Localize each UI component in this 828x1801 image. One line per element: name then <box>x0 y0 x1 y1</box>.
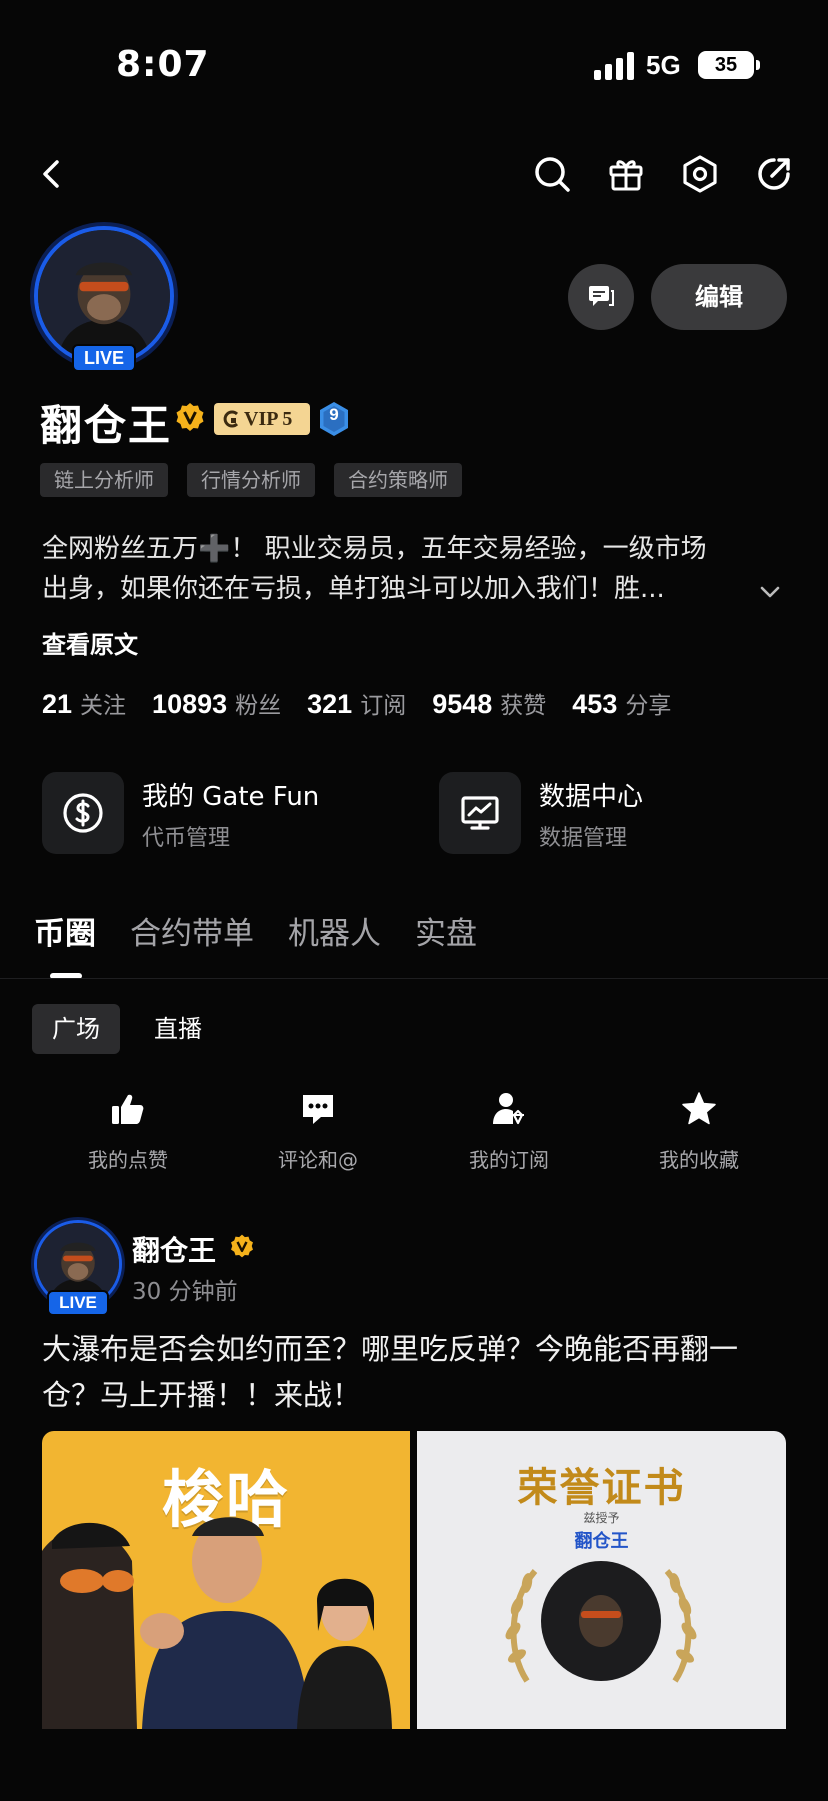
vip-logo-icon <box>223 410 239 428</box>
quick-action-label: 评论和@ <box>278 1148 358 1172</box>
post-author-name[interactable]: 翻仓王 <box>132 1229 216 1269</box>
profile-stats: 21 关注 10893 粉丝 321 订阅 9548 获赞 453 分享 <box>42 686 697 720</box>
edit-profile-button[interactable]: 编辑 <box>651 264 787 330</box>
card-title: 数据中心 <box>539 782 644 812</box>
card-title: 我的 Gate Fun <box>142 782 320 812</box>
message-button[interactable] <box>568 264 634 330</box>
post-author-avatar[interactable]: LIVE <box>34 1220 122 1316</box>
stat-shares[interactable]: 453 分享 <box>572 686 671 720</box>
my-likes-button[interactable]: 我的点赞 <box>68 1090 188 1173</box>
certificate-emblem-image <box>505 1561 697 1683</box>
card-subtitle: 代币管理 <box>142 826 231 851</box>
see-original-link[interactable]: 查看原文 <box>42 625 138 660</box>
divider <box>0 978 828 979</box>
level-badge: 9 <box>318 401 350 437</box>
vip-badge: VIP 5 <box>214 403 310 435</box>
network-type: 5G <box>646 50 681 80</box>
main-tabs: 币圈 合约带单 机器人 实盘 <box>34 908 511 953</box>
back-icon[interactable] <box>30 152 74 196</box>
dollar-circle-icon <box>42 772 124 854</box>
battery-icon: 35 <box>698 51 760 79</box>
tab-live-trading[interactable]: 实盘 <box>415 908 477 953</box>
tag-contract-strategist: 合约策略师 <box>334 463 462 497</box>
stat-label: 订阅 <box>360 693 407 719</box>
promo-figures-image <box>42 1517 392 1729</box>
profile-name: 翻仓王 <box>40 401 173 450</box>
bio-line: 出身，如果你还在亏损，单打独斗可以加入我们！胜... <box>42 574 665 604</box>
level-number: 9 <box>329 405 339 424</box>
tab-bots[interactable]: 机器人 <box>288 908 381 953</box>
quick-action-label: 我的点赞 <box>88 1148 168 1172</box>
stat-subscriptions[interactable]: 321 订阅 <box>307 686 406 720</box>
post-image-promo[interactable]: 梭哈 <box>42 1431 410 1729</box>
signal-icon <box>594 52 636 80</box>
tab-copy-trading[interactable]: 合约带单 <box>130 908 254 953</box>
chevron-down-icon[interactable] <box>757 579 783 605</box>
stat-label: 获赞 <box>500 693 547 719</box>
stat-value: 321 <box>307 689 353 719</box>
stat-label: 关注 <box>80 693 127 719</box>
chat-icon <box>589 286 614 306</box>
post-text[interactable]: 大瀑布是否会如约而至？哪里吃反弹？今晚能否再翻一 仓？马上开播！！来战！ <box>42 1326 792 1418</box>
data-center-card[interactable]: 数据中心 数据管理 <box>439 772 759 858</box>
my-favorites-button[interactable]: 我的收藏 <box>639 1090 759 1173</box>
comment-icon <box>303 1095 333 1124</box>
my-subscriptions-button[interactable]: 我的订阅 <box>449 1090 569 1173</box>
stat-value: 453 <box>572 689 618 719</box>
user-subscribe-icon <box>493 1093 524 1125</box>
comments-mentions-button[interactable]: 评论和@ <box>258 1090 378 1173</box>
bio-line: 全网粉丝五万➕！ 职业交易员，五年交易经验，一级市场 <box>42 534 707 564</box>
card-subtitle: 数据管理 <box>539 826 628 851</box>
star-icon <box>682 1092 716 1125</box>
stat-followers[interactable]: 10893 粉丝 <box>152 686 281 720</box>
quick-action-label: 我的订阅 <box>469 1148 549 1172</box>
ape-avatar-image <box>38 230 170 362</box>
vip-label: VIP 5 <box>244 408 293 430</box>
subtab-square[interactable]: 广场 <box>32 1004 120 1054</box>
tab-crypto[interactable]: 币圈 <box>34 908 96 953</box>
stat-label: 分享 <box>625 693 672 719</box>
thumbs-up-icon <box>112 1094 144 1124</box>
stat-following[interactable]: 21 关注 <box>42 686 126 720</box>
gate-fun-card[interactable]: 我的 Gate Fun 代币管理 <box>42 772 362 858</box>
tag-market-analyst: 行情分析师 <box>187 463 315 497</box>
verified-badge-icon <box>231 1234 253 1258</box>
live-badge: LIVE <box>72 344 136 372</box>
stat-label: 粉丝 <box>235 693 282 719</box>
profile-avatar[interactable]: LIVE <box>34 226 174 372</box>
share-icon[interactable] <box>752 152 796 196</box>
chart-monitor-icon <box>439 772 521 854</box>
post-text-line: 仓？马上开播！！来战！ <box>42 1378 362 1412</box>
search-icon[interactable] <box>530 152 574 196</box>
post-text-line: 大瀑布是否会如约而至？哪里吃反弹？今晚能否再翻一 <box>42 1332 739 1366</box>
stat-likes[interactable]: 9548 获赞 <box>432 686 546 720</box>
post-timestamp: 30 分钟前 <box>132 1279 238 1305</box>
tag-onchain-analyst: 链上分析师 <box>40 463 168 497</box>
live-badge: LIVE <box>47 1290 109 1316</box>
post-image-certificate[interactable]: 荣誉证书 兹授予 翻仓王 <box>417 1431 786 1729</box>
stat-value: 21 <box>42 689 73 719</box>
profile-bio: 全网粉丝五万➕！ 职业交易员，五年交易经验，一级市场 出身，如果你还在亏损，单打… <box>42 529 782 609</box>
stat-value: 9548 <box>432 689 493 719</box>
subtab-live[interactable]: 直播 <box>134 1004 222 1054</box>
quick-action-label: 我的收藏 <box>659 1148 739 1172</box>
settings-icon[interactable] <box>678 152 722 196</box>
status-bar: 8:07 5G 35 <box>0 0 828 130</box>
gift-icon[interactable] <box>604 152 648 196</box>
stat-value: 10893 <box>152 689 228 719</box>
status-time: 8:07 <box>116 44 210 85</box>
verified-badge-icon <box>176 403 204 431</box>
